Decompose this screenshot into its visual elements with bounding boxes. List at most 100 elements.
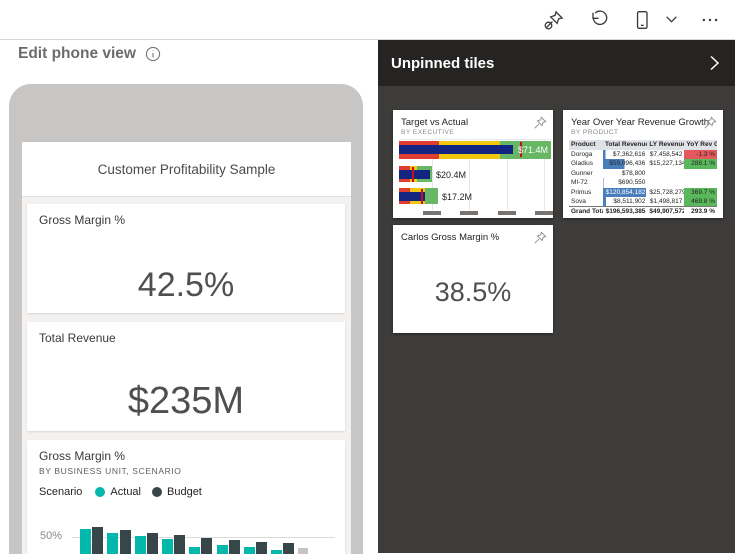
chart-card-gross-margin[interactable]: Gross Margin % BY BUSINESS UNIT, SCENARI… bbox=[27, 440, 345, 554]
table-row: MI-72$690,550 bbox=[569, 178, 717, 188]
table-cell bbox=[684, 169, 717, 179]
card-value: $235M bbox=[27, 380, 345, 423]
table-cell: $15,227,134 bbox=[647, 159, 684, 169]
bar-budget bbox=[147, 533, 158, 554]
bar-actual bbox=[135, 536, 146, 554]
bar-budget bbox=[174, 535, 185, 554]
card-title: Total Revenue bbox=[39, 331, 116, 345]
collapse-panel-button[interactable] bbox=[707, 55, 725, 73]
bar-data-label: $17.2M bbox=[442, 192, 472, 202]
bar-actual bbox=[80, 529, 91, 554]
tile-title: Carlos Gross Margin % bbox=[401, 232, 499, 243]
range-green bbox=[425, 188, 438, 204]
column-header: Product bbox=[569, 140, 603, 150]
table-cell bbox=[647, 178, 684, 188]
table-cell: $1,498,817 bbox=[647, 197, 684, 207]
panel-title: Unpinned tiles bbox=[391, 55, 494, 72]
bullet-chart: $71.4M $20.4M $17.2M bbox=[399, 139, 551, 215]
bar-actual bbox=[107, 533, 118, 554]
legend-title: Scenario bbox=[39, 486, 82, 498]
column-header: LY Revenue bbox=[647, 140, 684, 150]
value-bar bbox=[399, 145, 513, 154]
table-cell: 288.1 % bbox=[684, 159, 717, 169]
pin-off-icon bbox=[543, 9, 565, 31]
column-header: Total Revenue bbox=[603, 140, 647, 150]
clipped-axis-label bbox=[498, 211, 516, 215]
card-value: 42.5% bbox=[27, 266, 345, 305]
undo-icon bbox=[588, 10, 608, 30]
table-cell: Grand Total bbox=[569, 207, 603, 217]
table-cell: Gunner bbox=[569, 169, 603, 179]
bullet-bar-row: $71.4M bbox=[399, 141, 551, 159]
tile-target-vs-actual[interactable]: Target vs Actual BY EXECUTIVE $71.4M$20.… bbox=[393, 110, 553, 218]
page-title: Edit phone view bbox=[18, 45, 136, 63]
more-options-button[interactable] bbox=[693, 4, 727, 36]
table-cell: $196,593,385 bbox=[603, 207, 647, 217]
chart-legend: Scenario Actual Budget bbox=[39, 486, 202, 498]
bullet-bar-row: $20.4M bbox=[399, 166, 551, 182]
legend-item-actual[interactable]: Actual bbox=[110, 486, 141, 498]
tile-carlos-gross-margin[interactable]: Carlos Gross Margin % 38.5% bbox=[393, 225, 553, 333]
table-cell: $690,550 bbox=[603, 178, 647, 188]
table-cell: 369.7 % bbox=[684, 188, 717, 198]
table-row: Doroga$7,362,616$7,458,542-1.3 % bbox=[569, 150, 717, 160]
table-cell: $78,800 bbox=[603, 169, 647, 179]
legend-dot-budget bbox=[152, 487, 162, 497]
page-title-row: Edit phone view bbox=[18, 45, 161, 63]
pin-icon bbox=[533, 231, 547, 245]
pin-icon bbox=[533, 116, 547, 130]
tile-title: Target vs Actual bbox=[401, 117, 468, 128]
bar-actual bbox=[271, 550, 282, 554]
panel-header: Unpinned tiles bbox=[378, 40, 735, 86]
clipped-axis-label bbox=[535, 211, 553, 215]
table-cell: Doroga bbox=[569, 150, 603, 160]
tile-value: 38.5% bbox=[393, 277, 553, 308]
phone-view-button[interactable] bbox=[625, 4, 659, 36]
table-cell: 293.9 % bbox=[684, 207, 717, 217]
table-cell: $7,362,616 bbox=[603, 150, 647, 160]
bar-budget bbox=[92, 527, 103, 554]
pin-icon bbox=[703, 116, 717, 130]
table-cell: $8,511,902 bbox=[603, 197, 647, 207]
table-row: Primus$120,854,182$25,728,279369.7 % bbox=[569, 188, 717, 198]
phone-view-dropdown[interactable] bbox=[659, 4, 683, 36]
table-cell: Primus bbox=[569, 188, 603, 198]
pin-tile-button[interactable] bbox=[703, 116, 717, 130]
kpi-card-total-revenue[interactable]: Total Revenue $235M bbox=[27, 322, 345, 431]
phone-canvas: Customer Profitability Sample Gross Marg… bbox=[22, 142, 351, 554]
unpin-visual-button[interactable] bbox=[537, 4, 571, 36]
tile-title: Year Over Year Revenue Growth bbox=[571, 117, 709, 128]
grouped-bar-chart: 50% bbox=[27, 524, 345, 554]
bar-budget bbox=[256, 542, 267, 554]
bar-budget bbox=[201, 538, 212, 554]
undo-button[interactable] bbox=[581, 4, 615, 36]
table-cell: $25,728,279 bbox=[647, 188, 684, 198]
bullet-bar-row: $17.2M bbox=[399, 188, 551, 204]
target-line bbox=[412, 167, 414, 182]
tile-yoy-revenue-growth[interactable]: Year Over Year Revenue Growth BY PRODUCT… bbox=[563, 110, 723, 218]
legend-item-budget[interactable]: Budget bbox=[167, 486, 202, 498]
pin-tile-button[interactable] bbox=[533, 116, 547, 130]
table-cell: $7,458,542 bbox=[647, 150, 684, 160]
table-cell: $49,907,572 bbox=[647, 207, 684, 217]
kpi-card-gross-margin[interactable]: Gross Margin % 42.5% bbox=[27, 204, 345, 313]
bar-data-label: $20.4M bbox=[436, 170, 466, 180]
column-header: YoY Rev Growth bbox=[684, 140, 717, 150]
clipped-axis-label bbox=[423, 211, 441, 215]
bar-clipped bbox=[298, 548, 308, 554]
table-cell: MI-72 bbox=[569, 178, 603, 188]
info-icon[interactable] bbox=[145, 46, 161, 62]
card-title: Gross Margin % bbox=[39, 449, 125, 463]
bar-actual bbox=[162, 539, 173, 554]
bar-budget bbox=[283, 543, 294, 554]
card-title: Gross Margin % bbox=[39, 213, 125, 227]
target-line bbox=[421, 189, 423, 204]
table-cell: 469.8 % bbox=[684, 197, 717, 207]
table-cell bbox=[684, 178, 717, 188]
pin-tile-button[interactable] bbox=[533, 231, 547, 245]
table-row: Sova$8,511,902$1,498,817469.8 % bbox=[569, 197, 717, 207]
clipped-axis-label bbox=[460, 211, 478, 215]
table-cell bbox=[647, 169, 684, 179]
bar-budget bbox=[120, 530, 131, 554]
bar-data-label: $71.4M bbox=[518, 145, 548, 155]
